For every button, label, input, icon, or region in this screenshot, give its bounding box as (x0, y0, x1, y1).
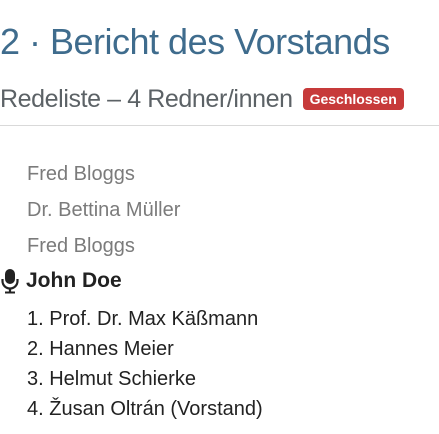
header-divider (0, 125, 439, 126)
current-speaker-name: John Doe (26, 269, 122, 292)
upcoming-speaker-item: 3. Helmut Schierke (27, 368, 196, 390)
upcoming-speaker-item: 4. Žusan Oltrán (Vorstand) (27, 398, 263, 420)
past-speaker-item: Dr. Bettina Müller (27, 199, 181, 221)
list-of-speakers-header: Redeliste – 4 Redner/innen Geschlossen (0, 84, 404, 114)
past-speakers-list: Fred Bloggs Dr. Bettina Müller Fred Blog… (27, 160, 180, 268)
list-of-speakers-subtitle: Redeliste – 4 Redner/innen (0, 84, 293, 113)
microphone-icon (0, 268, 20, 294)
page-title: 2 · Bericht des Vorstands (0, 21, 390, 62)
upcoming-speakers-list: 1. Prof. Dr. Max Käßmann 2. Hannes Meier… (27, 304, 263, 424)
past-speaker-item: Fred Bloggs (27, 235, 135, 257)
upcoming-speaker-item: 2. Hannes Meier (27, 338, 174, 360)
status-badge: Geschlossen (302, 88, 404, 110)
upcoming-speaker-item: 1. Prof. Dr. Max Käßmann (27, 308, 259, 330)
past-speaker-item: Fred Bloggs (27, 163, 135, 185)
current-speaker: John Doe (0, 266, 122, 296)
